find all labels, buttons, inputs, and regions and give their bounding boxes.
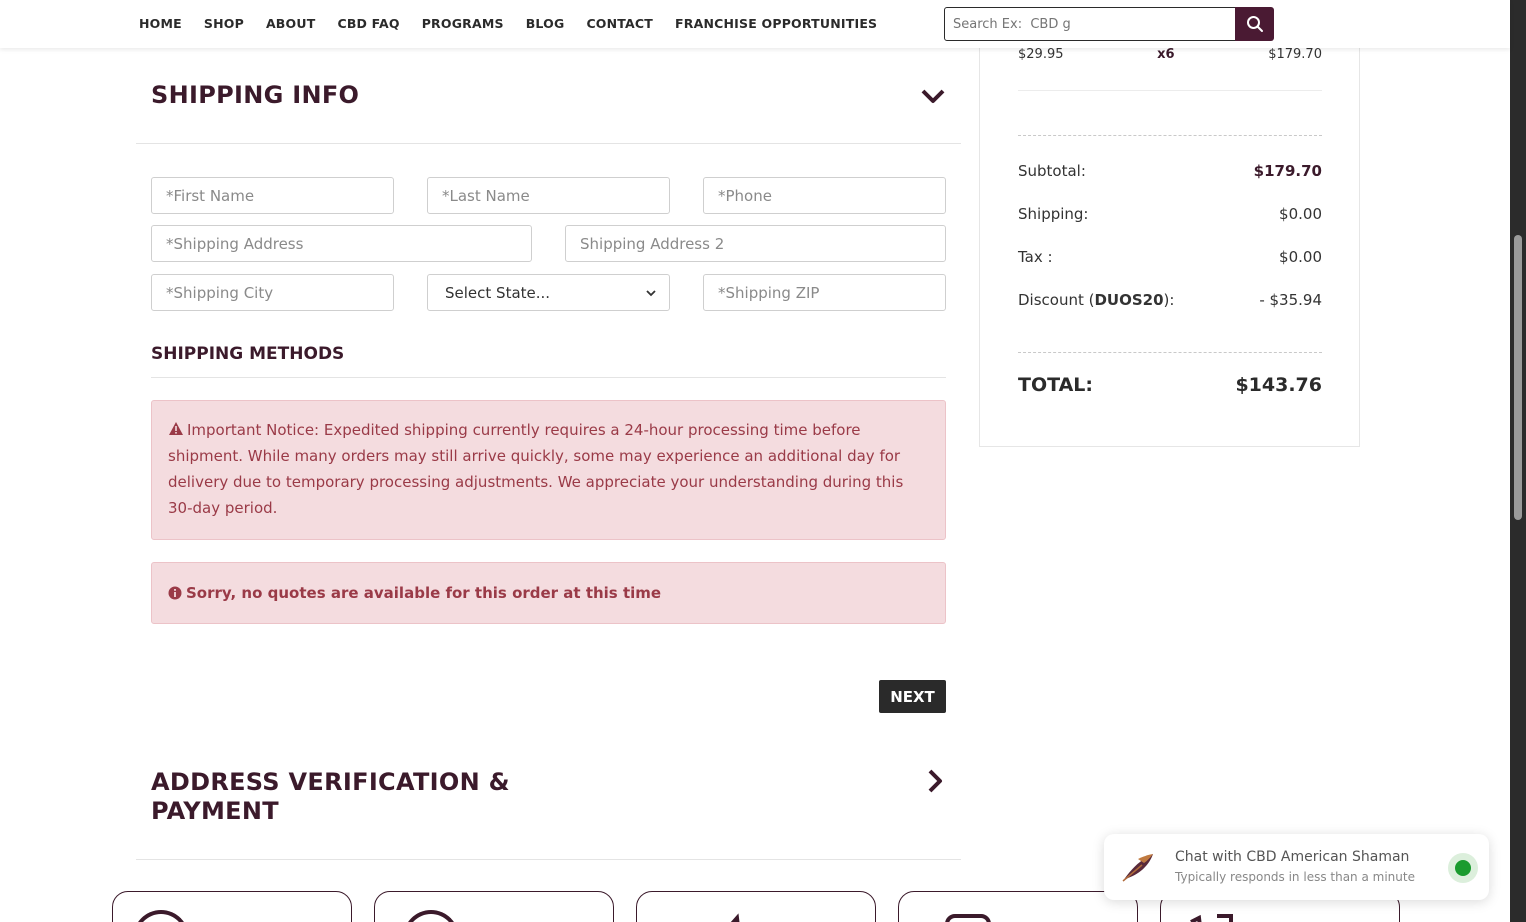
nav-franchise[interactable]: FRANCHISE OPPORTUNITIES <box>675 16 877 31</box>
shipping-row: Shipping: $0.00 <box>1018 205 1322 223</box>
card-icon <box>945 914 991 922</box>
payment-title-line2: PAYMENT <box>151 797 279 825</box>
item-price: $29.95 <box>1018 47 1064 62</box>
total-value: $143.76 <box>1235 374 1322 396</box>
feature-card[interactable] <box>898 891 1138 922</box>
section-divider <box>136 143 961 144</box>
chat-widget[interactable]: Chat with CBD American Shaman Typically … <box>1104 834 1489 900</box>
discount-value: - $35.94 <box>1259 291 1322 309</box>
summary-dotted-divider <box>1018 352 1322 353</box>
nav-contact[interactable]: CONTACT <box>586 16 653 31</box>
total-row: TOTAL: $143.76 <box>1018 374 1322 396</box>
order-summary: $29.95 x6 $179.70 Subtotal: $179.70 Ship… <box>979 30 1360 447</box>
info-icon <box>168 586 182 600</box>
chevron-down-icon[interactable] <box>920 87 946 105</box>
shipping-zip-field[interactable] <box>703 274 946 311</box>
discount-label-prefix: Discount ( <box>1018 291 1095 309</box>
nav-shop[interactable]: SHOP <box>204 16 244 31</box>
item-quantity: x6 <box>1157 47 1175 62</box>
state-select-value: Select State... <box>445 283 551 302</box>
feature-card[interactable] <box>112 891 352 922</box>
card-icon <box>1190 914 1233 922</box>
tax-row: Tax : $0.00 <box>1018 248 1322 266</box>
payment-section-title: ADDRESS VERIFICATION & PAYMENT <box>151 768 510 826</box>
section-divider <box>136 859 961 860</box>
summary-dotted-divider <box>1018 135 1322 136</box>
discount-label-suffix: ): <box>1163 291 1175 309</box>
methods-divider <box>151 377 946 378</box>
chevron-right-icon[interactable] <box>926 768 944 794</box>
chevron-down-icon <box>646 289 656 296</box>
shipping-methods-title: SHIPPING METHODS <box>151 344 345 364</box>
search-button[interactable] <box>1235 7 1274 41</box>
top-navigation: HOME SHOP ABOUT CBD FAQ PROGRAMS BLOG CO… <box>0 0 1510 48</box>
summary-item-divider <box>1018 90 1322 91</box>
shipping-notice-text: Important Notice: Expedited shipping cur… <box>168 421 904 517</box>
shipping-address-field[interactable] <box>151 225 532 262</box>
last-name-field[interactable] <box>427 177 670 214</box>
shipping-label: Shipping: <box>1018 205 1089 223</box>
shipping-info-title: SHIPPING INFO <box>151 81 360 109</box>
nav-programs[interactable]: PROGRAMS <box>422 16 504 31</box>
item-total: $179.70 <box>1268 47 1322 62</box>
card-icon <box>730 913 740 922</box>
card-icon <box>133 910 189 922</box>
total-label: TOTAL: <box>1018 374 1094 396</box>
nav-cbd-faq[interactable]: CBD FAQ <box>337 16 399 31</box>
subtotal-row: Subtotal: $179.70 <box>1018 162 1322 180</box>
discount-code: DUOS20 <box>1094 291 1164 309</box>
search-icon <box>1246 16 1263 32</box>
nav-links: HOME SHOP ABOUT CBD FAQ PROGRAMS BLOG CO… <box>139 16 877 31</box>
nav-blog[interactable]: BLOG <box>526 16 565 31</box>
tax-value: $0.00 <box>1279 248 1322 266</box>
nav-home[interactable]: HOME <box>139 16 182 31</box>
next-button[interactable]: NEXT <box>879 680 946 713</box>
phone-field[interactable] <box>703 177 946 214</box>
shipping-address2-field[interactable] <box>565 225 946 262</box>
search-input[interactable] <box>944 7 1236 41</box>
scrollbar-thumb[interactable] <box>1514 235 1522 520</box>
subtotal-label: Subtotal: <box>1018 162 1086 180</box>
chat-title: Chat with CBD American Shaman <box>1175 849 1410 865</box>
subtotal-value: $179.70 <box>1253 162 1322 180</box>
summary-item-row: $29.95 x6 $179.70 <box>1018 47 1322 62</box>
discount-row: Discount (DUOS20): - $35.94 <box>1018 291 1322 309</box>
feature-card[interactable] <box>636 891 876 922</box>
no-quotes-text: Sorry, no quotes are available for this … <box>186 584 662 602</box>
no-quotes-notice: Sorry, no quotes are available for this … <box>151 562 946 624</box>
state-select[interactable]: Select State... <box>427 274 670 311</box>
payment-title-line1: ADDRESS VERIFICATION & <box>151 768 510 796</box>
feature-card[interactable] <box>374 891 614 922</box>
shipping-notice: Important Notice: Expedited shipping cur… <box>151 400 946 540</box>
card-icon <box>403 910 459 922</box>
feather-icon <box>1122 854 1153 882</box>
discount-label: Discount (DUOS20): <box>1018 291 1174 309</box>
chat-subtitle: Typically responds in less than a minute <box>1175 870 1415 884</box>
online-status-indicator <box>1448 853 1478 883</box>
warning-icon <box>169 422 183 435</box>
shipping-value: $0.00 <box>1279 205 1322 223</box>
shipping-city-field[interactable] <box>151 274 394 311</box>
page-scrollbar[interactable] <box>1510 0 1526 922</box>
nav-about[interactable]: ABOUT <box>266 16 316 31</box>
online-dot <box>1455 860 1471 876</box>
tax-label: Tax : <box>1018 248 1053 266</box>
first-name-field[interactable] <box>151 177 394 214</box>
